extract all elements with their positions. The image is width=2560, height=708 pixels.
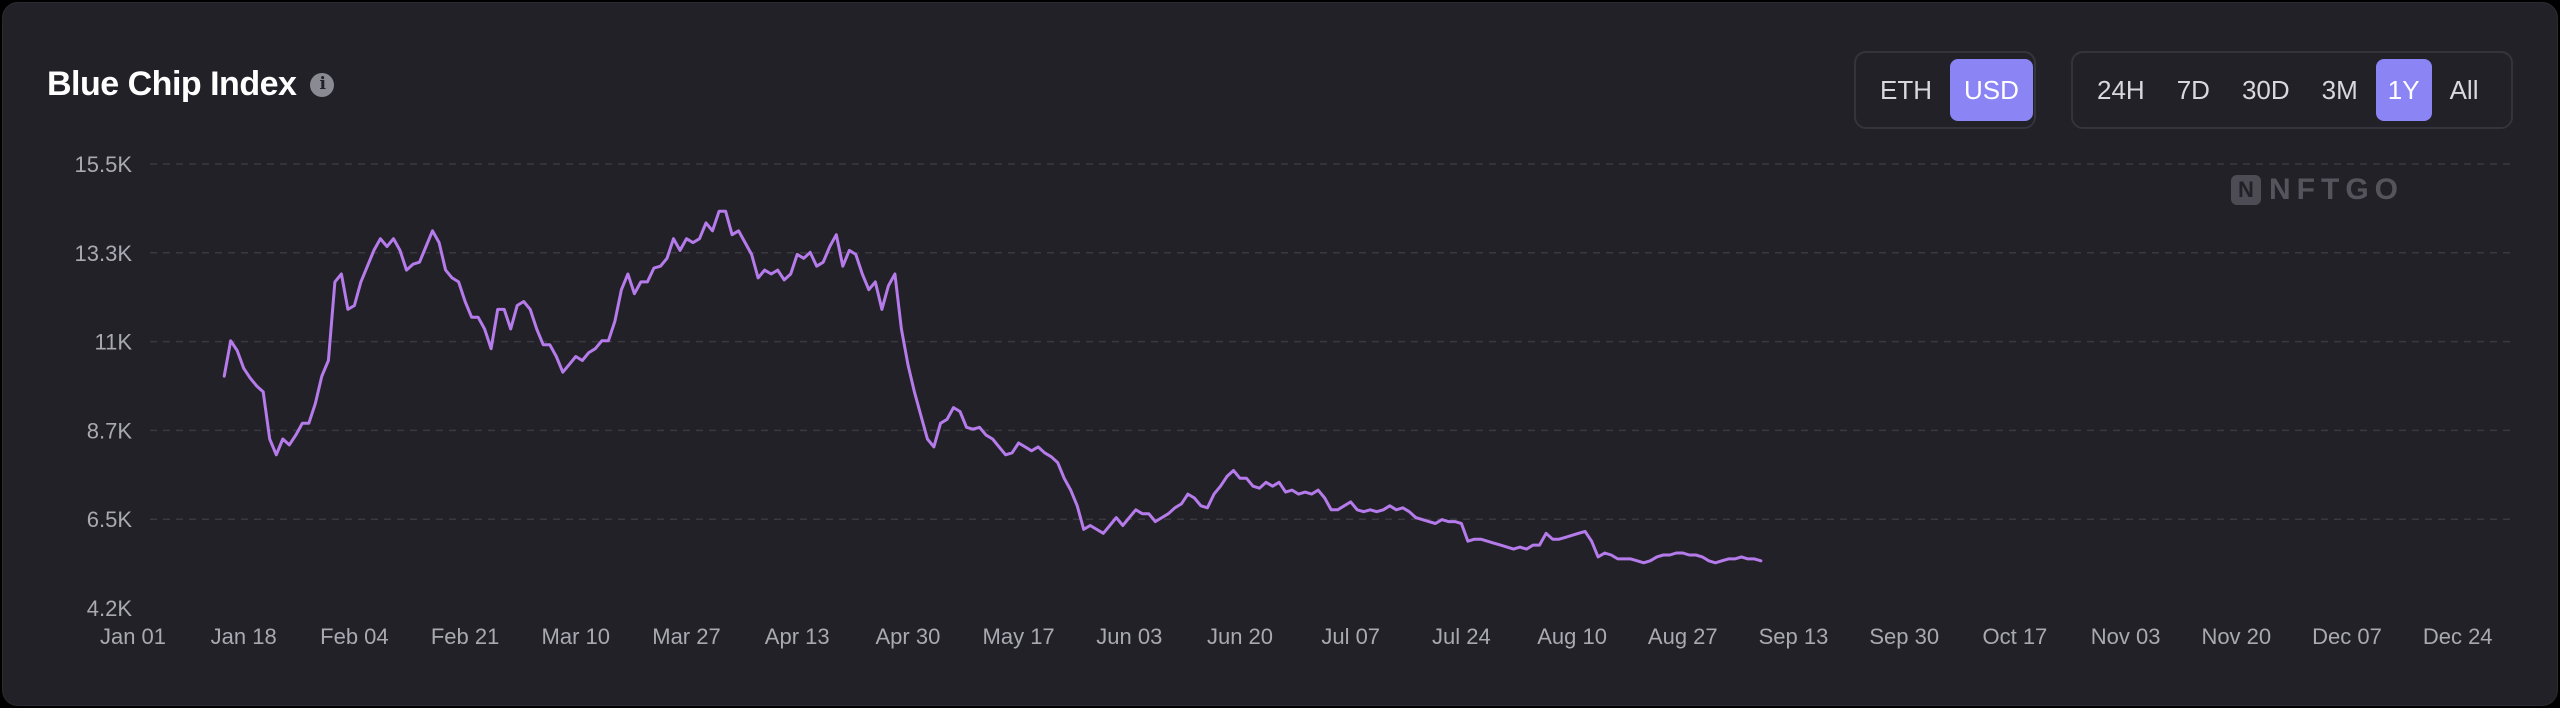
x-tick-label: Mar 27 bbox=[652, 624, 720, 649]
x-tick-label: Feb 04 bbox=[320, 624, 389, 649]
y-tick-label: 13.3K bbox=[75, 241, 133, 266]
y-tick-label: 4.2K bbox=[87, 596, 133, 621]
x-tick-label: Apr 13 bbox=[765, 624, 830, 649]
x-tick-label: Apr 30 bbox=[875, 624, 940, 649]
x-tick-label: Feb 21 bbox=[431, 624, 500, 649]
y-tick-label: 11K bbox=[94, 330, 132, 355]
y-tick-label: 15.5K bbox=[75, 152, 133, 177]
x-tick-label: Oct 17 bbox=[1982, 624, 2047, 649]
x-tick-label: Dec 24 bbox=[2423, 624, 2493, 649]
y-tick-label: 8.7K bbox=[87, 418, 133, 443]
x-tick-label: Nov 20 bbox=[2201, 624, 2271, 649]
x-tick-label: Dec 07 bbox=[2312, 624, 2382, 649]
x-tick-label: Jul 07 bbox=[1321, 624, 1380, 649]
x-tick-label: Aug 10 bbox=[1537, 624, 1607, 649]
x-tick-label: Sep 13 bbox=[1759, 624, 1829, 649]
series-line bbox=[222, 209, 1763, 565]
line-chart: 4.2K 6.5K 8.7K 11K 13.3K 15.5K Jan 01 Jan 18 Feb… bbox=[75, 152, 2510, 649]
x-tick-label: Nov 03 bbox=[2091, 624, 2161, 649]
y-tick-label: 6.5K bbox=[87, 507, 133, 532]
x-tick-label: Jan 01 bbox=[100, 624, 166, 649]
x-tick-label: Jul 24 bbox=[1432, 624, 1491, 649]
x-tick-label: Jan 18 bbox=[211, 624, 277, 649]
x-tick-label: Sep 30 bbox=[1869, 624, 1939, 649]
x-tick-label: Mar 10 bbox=[542, 624, 610, 649]
x-tick-label: Aug 27 bbox=[1648, 624, 1718, 649]
x-tick-label: May 17 bbox=[983, 624, 1055, 649]
x-tick-label: Jun 03 bbox=[1096, 624, 1162, 649]
x-tick-label: Jun 20 bbox=[1207, 624, 1273, 649]
